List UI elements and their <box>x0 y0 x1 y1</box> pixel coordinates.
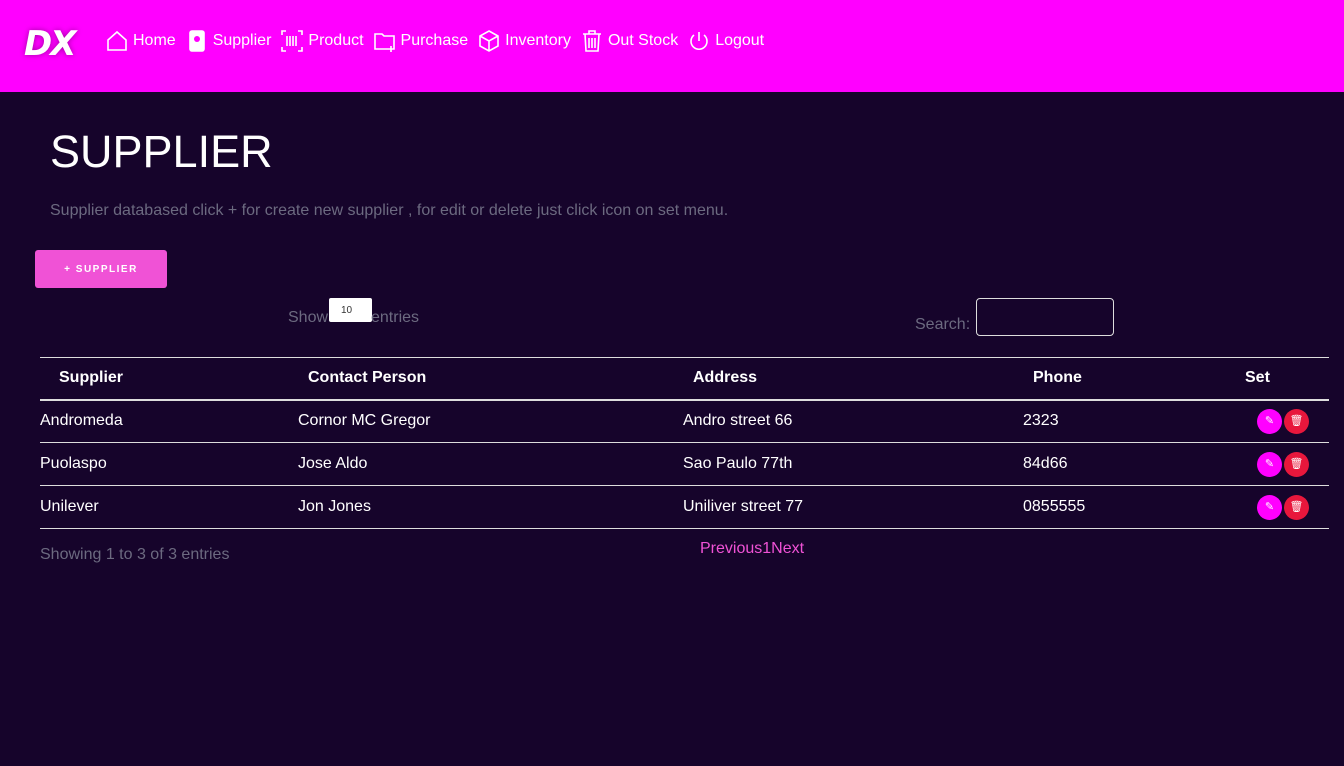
header-supplier[interactable]: Supplier <box>40 357 298 401</box>
nav-home[interactable]: Home <box>105 28 176 54</box>
cell-supplier: Andromeda <box>40 399 298 443</box>
box-icon <box>479 30 499 52</box>
cell-address: Uniliver street 77 <box>683 485 1023 529</box>
entries-label: entries <box>371 309 420 326</box>
previous-link[interactable]: Previous <box>700 540 762 557</box>
entries-select[interactable]: 10 <box>329 298 372 322</box>
cell-phone: 84d66 <box>1023 442 1233 486</box>
cell-contact-person: Jose Aldo <box>298 442 683 486</box>
table-row: Unilever Jon Jones Uniliver street 77 08555… <box>40 485 1329 529</box>
logo[interactable]: DX <box>24 24 76 64</box>
folder-plus-icon <box>373 33 395 52</box>
trash-icon: 🗑 <box>1289 457 1304 470</box>
supplier-table: Supplier Contact Person Address Phone Se… <box>40 357 1329 529</box>
nav-label: Supplier <box>212 32 272 49</box>
cell-set: ✎ 🗑 <box>1233 399 1329 443</box>
header-address[interactable]: Address <box>683 357 1023 401</box>
power-icon <box>690 32 708 50</box>
cell-phone: 2323 <box>1023 399 1233 443</box>
badge-icon <box>188 30 205 52</box>
nav-menu: Home Supplier Product Purchase Inventory… <box>105 28 764 54</box>
nav-logout[interactable]: Logout <box>687 28 764 54</box>
pencil-icon: ✎ <box>1264 500 1275 513</box>
search-label: Search: <box>915 316 971 333</box>
delete-button[interactable]: 🗑 <box>1284 451 1309 477</box>
show-label: Show <box>288 309 329 326</box>
cell-contact-person: Cornor MC Gregor <box>298 399 683 443</box>
header-contact-person[interactable]: Contact Person <box>298 357 683 401</box>
pencil-icon: ✎ <box>1264 457 1275 470</box>
search-input[interactable] <box>976 298 1114 336</box>
top-navbar: DX Home Supplier Product Purchase Invent… <box>0 0 1344 92</box>
pagination: Previous1Next <box>700 540 804 558</box>
nav-label: Home <box>133 32 176 49</box>
nav-purchase[interactable]: Purchase <box>373 28 469 54</box>
nav-product[interactable]: Product <box>280 28 364 54</box>
page-description: Supplier databased click + for create ne… <box>50 202 729 219</box>
cell-set: ✎ 🗑 <box>1233 442 1329 486</box>
trash-icon: 🗑 <box>1289 500 1304 513</box>
pencil-icon: ✎ <box>1264 414 1275 427</box>
cell-address: Andro street 66 <box>683 399 1023 443</box>
nav-supplier[interactable]: Supplier <box>185 28 272 54</box>
nav-label: Logout <box>715 32 765 49</box>
cell-set: ✎ 🗑 <box>1233 485 1329 529</box>
add-supplier-button[interactable]: + SUPPLIER <box>35 250 167 288</box>
delete-button[interactable]: 🗑 <box>1284 494 1309 520</box>
table-info: Showing 1 to 3 of 3 entries <box>40 546 230 563</box>
barcode-icon <box>281 30 304 52</box>
edit-button[interactable]: ✎ <box>1257 494 1282 520</box>
trash-icon <box>582 30 601 52</box>
header-phone[interactable]: Phone <box>1023 357 1233 401</box>
nav-out-stock[interactable]: Out Stock <box>580 28 678 54</box>
nav-label: Product <box>308 32 364 49</box>
nav-inventory[interactable]: Inventory <box>477 28 571 54</box>
home-icon <box>107 30 127 51</box>
edit-button[interactable]: ✎ <box>1257 408 1282 434</box>
table-row: Puolaspo Jose Aldo Sao Paulo 77th 84d66 ✎ 🗑 <box>40 442 1329 486</box>
header-set[interactable]: Set <box>1233 357 1329 401</box>
edit-button[interactable]: ✎ <box>1257 451 1282 477</box>
next-link[interactable]: Next <box>771 540 804 557</box>
nav-label: Purchase <box>400 32 469 49</box>
page-title: SUPPLIER <box>50 126 273 177</box>
cell-address: Sao Paulo 77th <box>683 442 1023 486</box>
nav-label: Inventory <box>505 32 571 49</box>
trash-icon: 🗑 <box>1289 414 1304 427</box>
delete-button[interactable]: 🗑 <box>1284 408 1309 434</box>
cell-contact-person: Jon Jones <box>298 485 683 529</box>
nav-label: Out Stock <box>607 32 679 49</box>
table-header-row: Supplier Contact Person Address Phone Se… <box>40 357 1329 401</box>
cell-supplier: Puolaspo <box>40 442 298 486</box>
cell-phone: 0855555 <box>1023 485 1233 529</box>
cell-supplier: Unilever <box>40 485 298 529</box>
page-1-link[interactable]: 1 <box>762 540 771 557</box>
table-row: Andromeda Cornor MC Gregor Andro street 66… <box>40 399 1329 443</box>
